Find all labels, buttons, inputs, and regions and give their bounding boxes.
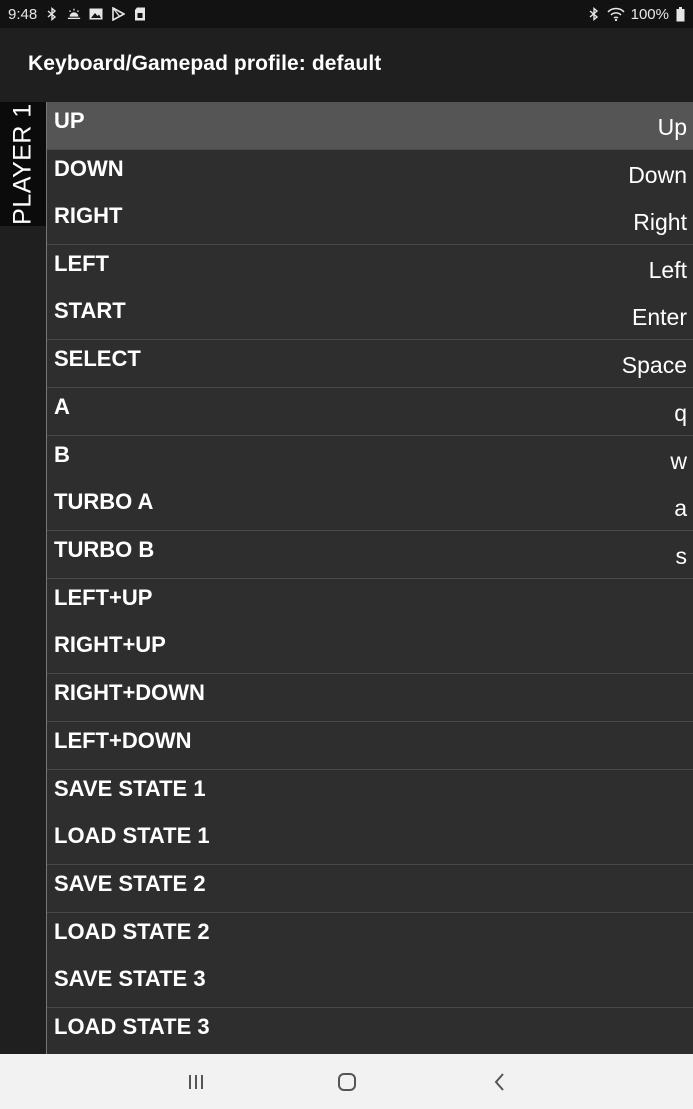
- mapping-name: SELECT: [54, 346, 141, 371]
- status-time: 9:48: [8, 5, 38, 23]
- mapping-key: Enter: [632, 304, 687, 330]
- mapping-name: SAVE STATE 3: [54, 966, 206, 991]
- mapping-name: START: [54, 298, 126, 323]
- home-icon[interactable]: [333, 1068, 361, 1096]
- player-tab-strip: [0, 102, 46, 1054]
- weather-icon: [67, 7, 81, 21]
- mapping-row-left-down[interactable]: LEFT+DOWN: [47, 722, 693, 770]
- mapping-name: LEFT+UP: [54, 585, 153, 610]
- tab-player-1-label: PLAYER 1: [8, 103, 37, 225]
- mapping-name: LOAD STATE 1: [54, 823, 210, 848]
- mapping-row-left-up[interactable]: LEFT+UP: [47, 579, 693, 627]
- mapping-row-turbo-a[interactable]: TURBO A a: [47, 483, 693, 531]
- mapping-row-start[interactable]: START Enter: [47, 292, 693, 340]
- gallery-icon: [89, 7, 103, 21]
- mapping-row-select[interactable]: SELECT Space: [47, 340, 693, 388]
- mapping-name: LOAD STATE 3: [54, 1014, 210, 1039]
- mapping-row-a[interactable]: A q: [47, 388, 693, 436]
- mapping-row-right-up[interactable]: RIGHT+UP: [47, 626, 693, 674]
- mapping-row-up[interactable]: UP Up: [47, 102, 693, 150]
- mapping-name: TURBO A: [54, 489, 154, 514]
- bluetooth-icon: [45, 7, 59, 21]
- mapping-row-load-state-3[interactable]: LOAD STATE 3: [47, 1008, 693, 1056]
- mapping-row-save-state-3[interactable]: SAVE STATE 3: [47, 960, 693, 1008]
- mapping-name: UP: [54, 108, 85, 133]
- mapping-name: DOWN: [54, 156, 124, 181]
- mapping-key: Space: [621, 352, 687, 378]
- mapping-row-left[interactable]: LEFT Left: [47, 245, 693, 293]
- mapping-name: LEFT: [54, 251, 109, 276]
- mapping-row-b[interactable]: B w: [47, 436, 693, 484]
- mapping-row-turbo-b[interactable]: TURBO B s: [47, 531, 693, 579]
- navigation-bar: [0, 1054, 693, 1109]
- mapping-row-save-state-1[interactable]: SAVE STATE 1: [47, 770, 693, 818]
- bluetooth-icon: [587, 7, 601, 21]
- page-title: Keyboard/Gamepad profile: default: [28, 52, 382, 75]
- mapping-name: SAVE STATE 2: [54, 871, 206, 896]
- battery-percent: 100%: [630, 5, 669, 23]
- wifi-icon: [607, 7, 625, 21]
- mapping-key: s: [675, 543, 688, 569]
- sd-card-icon: [133, 7, 147, 21]
- mapping-key: a: [674, 495, 687, 521]
- status-right: 100%: [587, 0, 685, 28]
- mapping-name: RIGHT+DOWN: [54, 680, 205, 705]
- mapping-key: q: [674, 400, 687, 426]
- app-header: Keyboard/Gamepad profile: default: [0, 28, 693, 102]
- recents-icon[interactable]: [182, 1068, 210, 1096]
- mapping-name: RIGHT+UP: [54, 632, 166, 657]
- mapping-key: Right: [633, 209, 687, 235]
- mapping-name: TURBO B: [54, 537, 155, 562]
- mapping-row-right-down[interactable]: RIGHT+DOWN: [47, 674, 693, 722]
- mapping-name: B: [54, 442, 70, 467]
- mapping-key: Left: [648, 257, 687, 283]
- play-store-icon: [111, 7, 126, 21]
- mapping-name: LEFT+DOWN: [54, 728, 192, 753]
- mapping-row-save-state-2[interactable]: SAVE STATE 2: [47, 865, 693, 913]
- mapping-row-down[interactable]: DOWN Down: [47, 150, 693, 198]
- mapping-name: LOAD STATE 2: [54, 919, 210, 944]
- mapping-key: Down: [628, 162, 687, 188]
- mapping-row-right[interactable]: RIGHT Right: [47, 197, 693, 245]
- mapping-name: SAVE STATE 1: [54, 776, 206, 801]
- mapping-name: RIGHT: [54, 203, 123, 228]
- status-bar: 9:48 100%: [0, 0, 693, 28]
- key-mapping-list: UP Up DOWN Down RIGHT Right LEFT Left ST…: [46, 102, 693, 1056]
- status-left: 9:48: [8, 0, 147, 28]
- mapping-key: Up: [657, 114, 687, 140]
- back-icon[interactable]: [486, 1068, 514, 1096]
- mapping-row-load-state-2[interactable]: LOAD STATE 2: [47, 913, 693, 961]
- mapping-row-load-state-1[interactable]: LOAD STATE 1: [47, 817, 693, 865]
- mapping-key: w: [670, 448, 687, 474]
- battery-icon: [675, 6, 685, 21]
- mapping-name: A: [54, 394, 70, 419]
